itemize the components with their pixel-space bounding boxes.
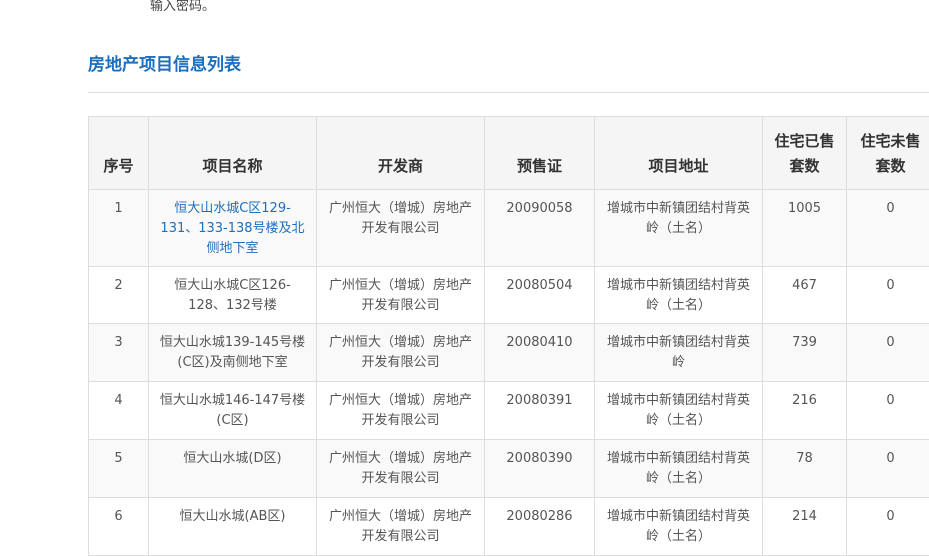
cell-project-name: 恒大山水城(AB区) [149, 498, 317, 556]
table-row: 1 恒大山水城C区129-131、133-138号楼及北侧地下室 广州恒大（增城… [89, 190, 929, 267]
cell-project-name: 恒大山水城139-145号楼(C区)及南侧地下室 [149, 324, 317, 382]
cell-project-name: 恒大山水城C区126-128、132号楼 [149, 267, 317, 324]
cell-sold: 467 [763, 267, 847, 324]
cell-sold: 78 [763, 440, 847, 498]
cell-no: 4 [89, 382, 149, 440]
cell-address: 增城市中新镇团结村背英岭（土名） [595, 498, 763, 556]
table-row: 4 恒大山水城146-147号楼(C区) 广州恒大（增城）房地产开发有限公司 2… [89, 382, 929, 440]
cell-no: 2 [89, 267, 149, 324]
cell-sold: 739 [763, 324, 847, 382]
table-row: 3 恒大山水城139-145号楼(C区)及南侧地下室 广州恒大（增城）房地产开发… [89, 324, 929, 382]
cell-developer: 广州恒大（增城）房地产开发有限公司 [317, 190, 485, 267]
project-table-container: 序号 项目名称 开发商 预售证 项目地址 住宅已售套数 住宅未售套数 1 恒大山… [88, 116, 929, 556]
cell-address: 增城市中新镇团结村背英岭（土名） [595, 382, 763, 440]
table-header-row: 序号 项目名称 开发商 预售证 项目地址 住宅已售套数 住宅未售套数 [89, 117, 929, 190]
cell-unsold: 0 [847, 498, 929, 556]
header-project-name: 项目名称 [149, 117, 317, 190]
header-sold-line2: 套数 [789, 157, 819, 175]
cell-address: 增城市中新镇团结村背英岭（土名） [595, 440, 763, 498]
cell-no: 6 [89, 498, 149, 556]
password-hint-text: 输入密码。 [150, 0, 215, 16]
cell-permit: 20080390 [485, 440, 595, 498]
cell-sold: 216 [763, 382, 847, 440]
cell-unsold: 0 [847, 382, 929, 440]
cell-project-name: 恒大山水城(D区) [149, 440, 317, 498]
header-developer: 开发商 [317, 117, 485, 190]
cell-permit: 20080391 [485, 382, 595, 440]
cell-sold: 214 [763, 498, 847, 556]
cell-unsold: 0 [847, 440, 929, 498]
cell-permit: 20080504 [485, 267, 595, 324]
cell-no: 3 [89, 324, 149, 382]
cell-sold: 1005 [763, 190, 847, 267]
table-row: 5 恒大山水城(D区) 广州恒大（增城）房地产开发有限公司 20080390 增… [89, 440, 929, 498]
cell-unsold: 0 [847, 190, 929, 267]
table-row: 6 恒大山水城(AB区) 广州恒大（增城）房地产开发有限公司 20080286 … [89, 498, 929, 556]
table-row: 2 恒大山水城C区126-128、132号楼 广州恒大（增城）房地产开发有限公司… [89, 267, 929, 324]
cell-developer: 广州恒大（增城）房地产开发有限公司 [317, 324, 485, 382]
cell-address: 增城市中新镇团结村背英岭（土名） [595, 190, 763, 267]
cell-unsold: 0 [847, 324, 929, 382]
header-unsold-units: 住宅未售套数 [847, 117, 929, 190]
cell-unsold: 0 [847, 267, 929, 324]
cell-developer: 广州恒大（增城）房地产开发有限公司 [317, 267, 485, 324]
header-unsold-line1: 住宅未售 [860, 132, 920, 150]
header-sold-line1: 住宅已售 [774, 132, 834, 150]
project-name-link[interactable]: 恒大山水城C区129-131、133-138号楼及北侧地下室 [160, 201, 304, 256]
header-no: 序号 [89, 117, 149, 190]
cell-no: 5 [89, 440, 149, 498]
header-unsold-line2: 套数 [875, 157, 905, 175]
cell-address: 增城市中新镇团结村背英岭 [595, 324, 763, 382]
header-project-address: 项目地址 [595, 117, 763, 190]
divider [88, 92, 929, 93]
cell-no: 1 [89, 190, 149, 267]
cell-developer: 广州恒大（增城）房地产开发有限公司 [317, 440, 485, 498]
cell-project-name: 恒大山水城C区129-131、133-138号楼及北侧地下室 [149, 190, 317, 267]
cell-permit: 20080410 [485, 324, 595, 382]
cell-developer: 广州恒大（增城）房地产开发有限公司 [317, 498, 485, 556]
cell-project-name: 恒大山水城146-147号楼(C区) [149, 382, 317, 440]
project-table: 序号 项目名称 开发商 预售证 项目地址 住宅已售套数 住宅未售套数 1 恒大山… [88, 116, 929, 556]
cell-developer: 广州恒大（增城）房地产开发有限公司 [317, 382, 485, 440]
cell-permit: 20080286 [485, 498, 595, 556]
cell-permit: 20090058 [485, 190, 595, 267]
section-title: 房地产项目信息列表 [88, 54, 241, 76]
cell-address: 增城市中新镇团结村背英岭（土名） [595, 267, 763, 324]
header-presale-permit: 预售证 [485, 117, 595, 190]
header-sold-units: 住宅已售套数 [763, 117, 847, 190]
